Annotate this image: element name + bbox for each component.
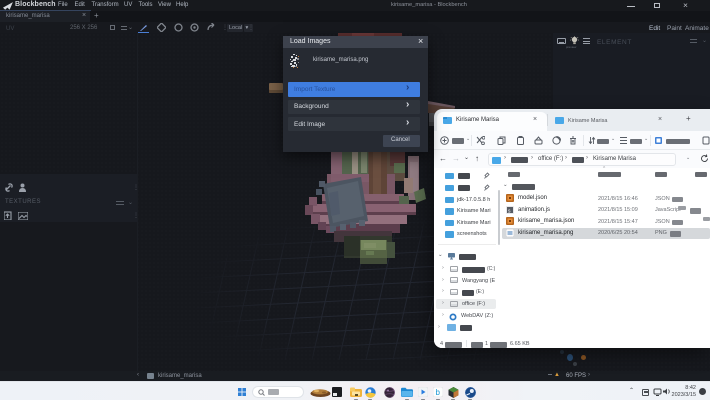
svg-text:b: b	[436, 388, 441, 397]
